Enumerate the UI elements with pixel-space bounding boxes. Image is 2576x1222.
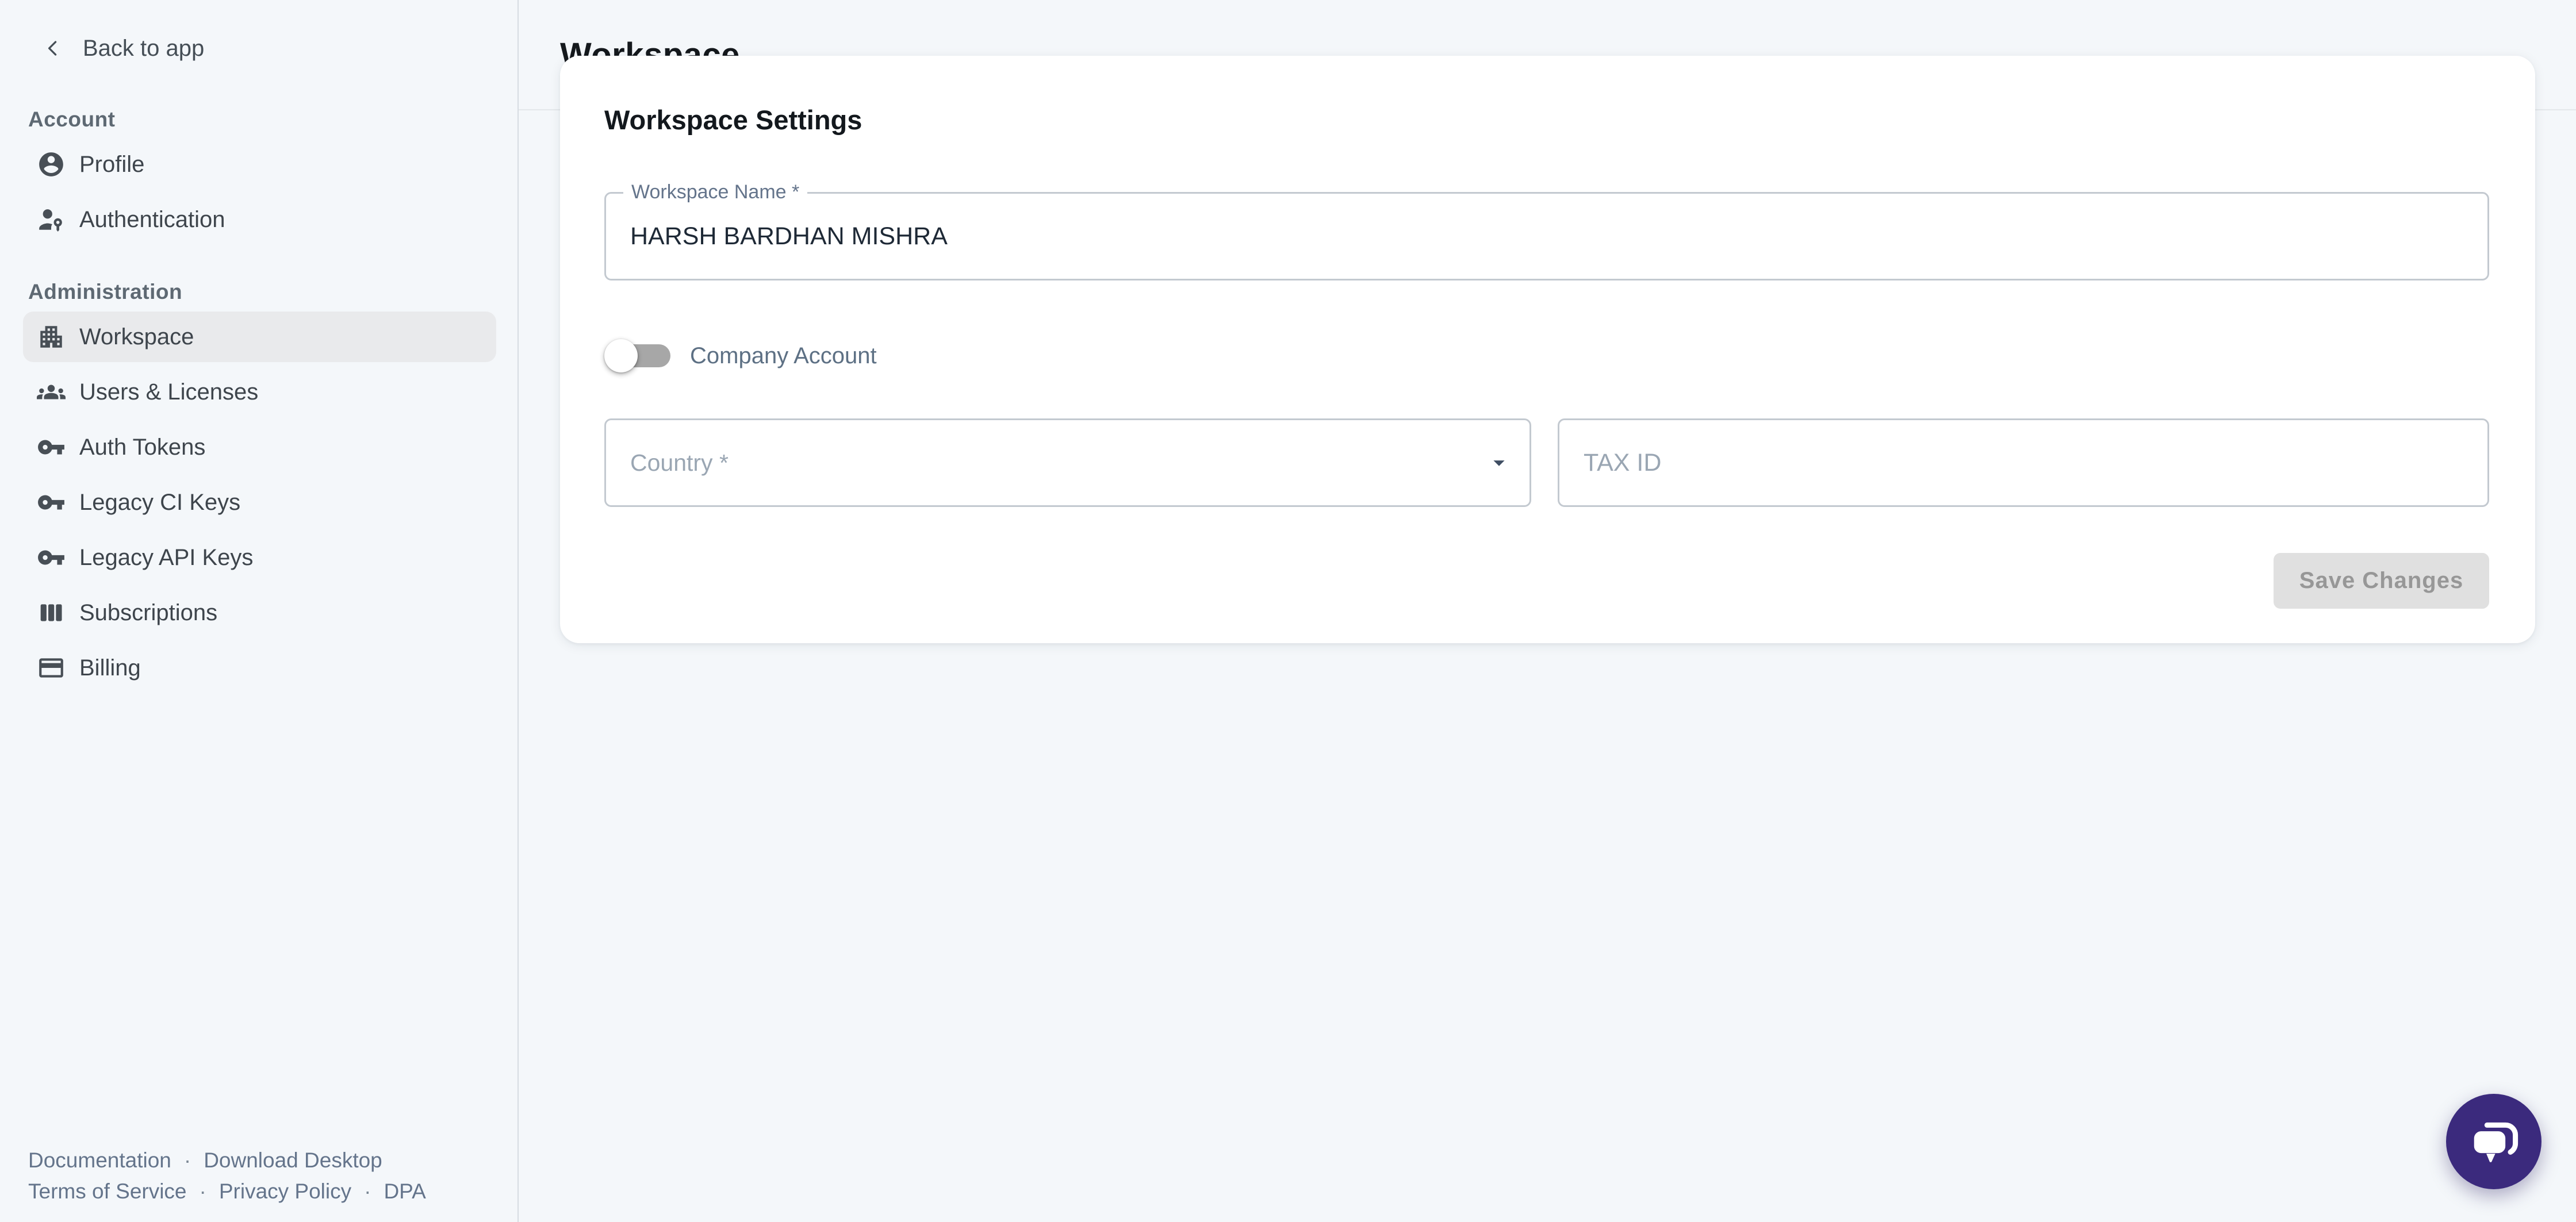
sidebar-item-label: Subscriptions — [79, 600, 217, 626]
country-select[interactable]: Country * — [604, 418, 1531, 507]
footer-separator: · — [364, 1179, 371, 1204]
sidebar-item-label: Legacy CI Keys — [79, 490, 240, 516]
section-title-account: Account — [28, 107, 518, 132]
columns-icon — [37, 598, 66, 627]
sidebar-item-legacy-api-keys[interactable]: Legacy API Keys — [23, 532, 496, 583]
sidebar-item-legacy-ci-keys[interactable]: Legacy CI Keys — [23, 477, 496, 528]
sidebar-item-label: Profile — [79, 152, 144, 178]
toggle-thumb — [604, 339, 638, 372]
building-icon — [37, 322, 66, 351]
sidebar-item-workspace[interactable]: Workspace — [23, 312, 496, 362]
main-content: Workspace Workspace Settings Workspace N… — [519, 0, 2576, 1222]
sidebar-item-label: Billing — [79, 655, 141, 681]
sidebar-item-label: Authentication — [79, 207, 225, 233]
chat-launcher-button[interactable] — [2446, 1094, 2542, 1189]
footer-link-terms-of-service[interactable]: Terms of Service — [28, 1179, 187, 1204]
sidebar-nav: Account Profile Authentication Administr… — [0, 0, 518, 693]
workspace-settings-card: Workspace Settings Workspace Name * Comp… — [560, 56, 2535, 643]
sidebar-item-users-licenses[interactable]: Users & Licenses — [23, 367, 496, 417]
workspace-name-input[interactable] — [606, 194, 2487, 279]
key-icon — [37, 433, 66, 462]
sidebar-item-profile[interactable]: Profile — [23, 139, 496, 190]
sidebar-item-auth-tokens[interactable]: Auth Tokens — [23, 422, 496, 472]
sidebar-item-label: Workspace — [79, 324, 194, 350]
sidebar-item-label: Auth Tokens — [79, 435, 205, 460]
sidebar-item-billing[interactable]: Billing — [23, 643, 496, 693]
footer-link-dpa[interactable]: DPA — [384, 1179, 425, 1204]
credit-card-icon — [37, 654, 66, 682]
footer-separator: · — [200, 1179, 206, 1204]
chat-bubbles-icon — [2467, 1115, 2521, 1169]
footer-link-download-desktop[interactable]: Download Desktop — [204, 1148, 382, 1173]
company-account-label: Company Account — [690, 343, 877, 369]
workspace-settings-page: Back to app Account Profile Authenticati… — [0, 0, 2576, 1222]
company-account-toggle[interactable] — [604, 331, 670, 381]
dropdown-arrow-icon — [1486, 449, 1512, 476]
key-icon — [37, 543, 66, 572]
chevron-left-icon — [40, 36, 66, 61]
groups-icon — [37, 378, 66, 406]
sidebar-item-label: Legacy API Keys — [79, 545, 253, 571]
section-title-administration: Administration — [28, 279, 518, 305]
sidebar-item-subscriptions[interactable]: Subscriptions — [23, 587, 496, 638]
sidebar: Back to app Account Profile Authenticati… — [0, 0, 519, 1222]
account-circle-icon — [37, 150, 66, 179]
sidebar-footer: Documentation · Download Desktop Terms o… — [28, 1145, 426, 1207]
footer-separator: · — [184, 1148, 191, 1173]
workspace-name-label: Workspace Name * — [623, 181, 807, 203]
sidebar-item-authentication[interactable]: Authentication — [23, 194, 496, 245]
save-changes-button[interactable]: Save Changes — [2274, 553, 2489, 609]
workspace-name-field: Workspace Name * — [604, 192, 2489, 280]
footer-link-documentation[interactable]: Documentation — [28, 1148, 171, 1173]
tax-id-field — [1558, 418, 2489, 507]
key-icon — [37, 488, 66, 517]
back-to-app-button[interactable]: Back to app — [40, 32, 204, 65]
person-key-icon — [37, 205, 66, 234]
sidebar-item-label: Users & Licenses — [79, 379, 258, 405]
footer-link-privacy-policy[interactable]: Privacy Policy — [219, 1179, 351, 1204]
country-select-placeholder: Country * — [630, 449, 729, 476]
tax-id-input[interactable] — [1559, 420, 2487, 505]
card-title: Workspace Settings — [604, 104, 862, 136]
back-to-app-label: Back to app — [83, 36, 204, 62]
company-account-row: Company Account — [604, 331, 877, 381]
